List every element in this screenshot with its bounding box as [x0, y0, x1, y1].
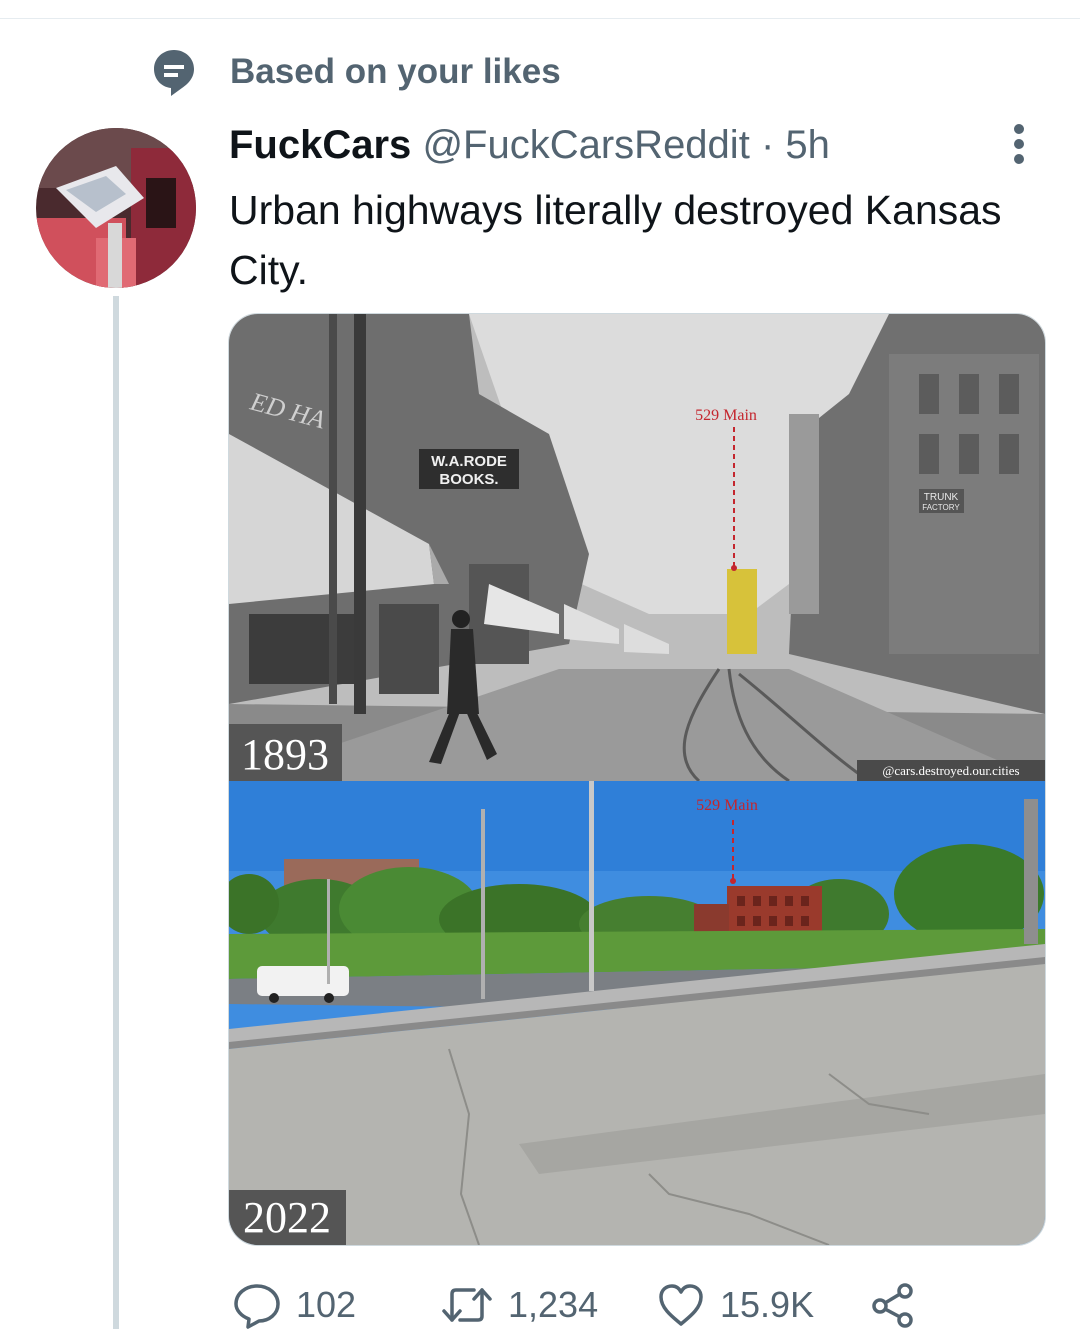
photo-1893: W.A.RODE BOOKS. ED HA TRUNK FACTORY 529 …: [229, 314, 1045, 783]
more-dot: [1014, 139, 1024, 149]
social-context-label: Based on your likes: [230, 52, 561, 91]
bookstore-sign: W.A.RODE: [431, 453, 507, 470]
timestamp[interactable]: 5h: [785, 123, 830, 167]
tweet-text: Urban highways literally destroyed Kansa…: [229, 187, 1002, 293]
year-label-2022: 2022: [243, 1193, 331, 1242]
avatar[interactable]: [36, 128, 196, 288]
heart-icon: [659, 1284, 703, 1326]
retweet-count: 1,234: [508, 1284, 599, 1325]
photo-2022: 529 Main 2022: [229, 781, 1045, 1245]
share-icon: [872, 1283, 913, 1328]
reply-button[interactable]: 102: [232, 1275, 356, 1335]
retweet-button[interactable]: 1,234: [440, 1275, 598, 1335]
tweet-media[interactable]: W.A.RODE BOOKS. ED HA TRUNK FACTORY 529 …: [228, 313, 1046, 1246]
marker-label-2022: 529 Main: [696, 797, 758, 814]
more-options-button[interactable]: [1002, 122, 1038, 166]
action-bar: 102 1,234 15.9K: [228, 1275, 1048, 1335]
thread-line: [113, 296, 119, 1329]
trunk-sign-sub: FACTORY: [922, 503, 960, 512]
social-context[interactable]: Based on your likes: [152, 48, 561, 98]
white-van: [257, 966, 349, 996]
photo-credit: @cars.destroyed.our.cities: [882, 763, 1019, 778]
separator-dot: ·: [760, 123, 775, 167]
user-handle[interactable]: @FuckCarsReddit: [422, 123, 749, 167]
highlighted-building: [727, 569, 757, 654]
bookstore-sign-sub: BOOKS.: [439, 471, 498, 488]
share-button[interactable]: [868, 1275, 918, 1335]
display-name[interactable]: FuckCars: [229, 123, 411, 167]
reply-count: 102: [296, 1284, 357, 1325]
year-label-1893: 1893: [241, 730, 329, 779]
speech-bubble-icon: [154, 50, 194, 96]
more-dot: [1014, 124, 1024, 134]
more-dot: [1014, 154, 1024, 164]
like-count: 15.9K: [720, 1284, 815, 1325]
reply-icon: [234, 1284, 280, 1329]
like-button[interactable]: 15.9K: [656, 1275, 814, 1335]
marker-label-1893: 529 Main: [695, 407, 757, 424]
retweet-icon: [442, 1288, 492, 1322]
tweet-header: FuckCars @FuckCarsReddit · 5h: [229, 120, 830, 170]
top-divider: [0, 18, 1080, 19]
trunk-sign: TRUNK: [924, 492, 959, 503]
